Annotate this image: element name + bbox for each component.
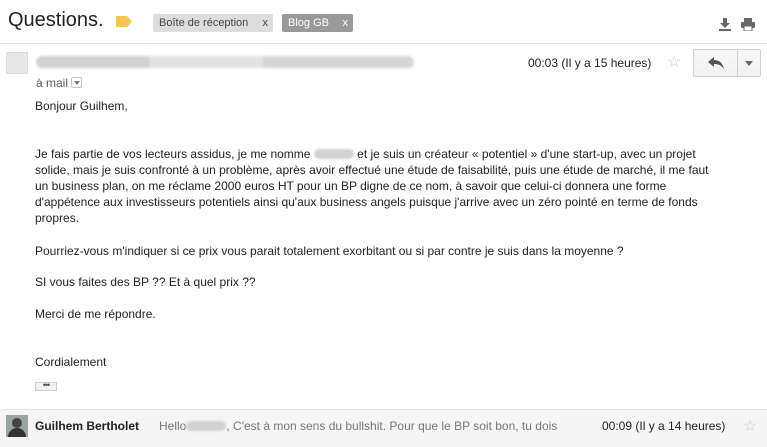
snippet-hello: Hello xyxy=(159,419,187,433)
star-icon[interactable]: ☆ xyxy=(667,52,681,72)
redacted-name-2 xyxy=(186,421,227,431)
remove-label-inbox-button[interactable]: x xyxy=(263,14,269,32)
label-blog-gb[interactable]: Blog GB x xyxy=(282,14,353,32)
redacted-name xyxy=(313,149,354,159)
recipient-line: à mail xyxy=(36,76,83,90)
collapsed-timestamp: 00:09 (Il y a 14 heures) xyxy=(602,419,726,433)
email-paragraph-3: SI vous faites des BP ?? Et à quel prix … xyxy=(35,275,256,289)
avatar xyxy=(6,415,28,437)
reply-button-group xyxy=(693,49,761,77)
reply-separator xyxy=(737,50,738,76)
email-greeting: Bonjour Guilhem, xyxy=(35,99,128,113)
thread-subject: Questions. xyxy=(8,9,104,31)
email-closing: Cordialement xyxy=(35,355,107,369)
label-blog-gb-text: Blog GB xyxy=(288,17,329,29)
sender-avatar xyxy=(6,52,28,74)
avatar-body xyxy=(8,428,26,437)
recipient-details-toggle[interactable] xyxy=(71,77,83,88)
paragraph-1-start: Je fais partie de vos lecteurs assidus, … xyxy=(35,147,311,161)
star-icon[interactable]: ☆ xyxy=(743,416,757,436)
email-paragraph-2: Pourriez-vous m'indiquer si ce prix vous… xyxy=(35,244,624,258)
email-paragraph-4: Merci de me répondre. xyxy=(35,307,156,321)
avatar-head xyxy=(12,418,22,428)
thread-header: Questions. Boîte de réception x Blog GB … xyxy=(0,0,767,44)
print-icon[interactable] xyxy=(741,17,755,31)
importance-marker-icon[interactable] xyxy=(116,16,132,27)
snippet-text: , C'est à mon sens du bullshit. Pour que… xyxy=(226,419,558,433)
sender-address-redacted xyxy=(36,56,414,68)
label-inbox-text: Boîte de réception xyxy=(159,17,249,29)
email-paragraph-1: Je fais partie de vos lecteurs assidus, … xyxy=(35,146,725,226)
remove-label-blog-gb-button[interactable]: x xyxy=(343,14,349,32)
show-trimmed-content-button[interactable]: ••• xyxy=(35,381,57,391)
header-divider xyxy=(0,43,767,44)
recipient-text: à mail xyxy=(36,76,69,90)
message-timestamp: 00:03 (Il y a 15 heures) xyxy=(528,56,652,70)
label-inbox[interactable]: Boîte de réception x xyxy=(153,14,273,32)
download-icon[interactable] xyxy=(718,17,732,31)
collapsed-sender-name: Guilhem Bertholet xyxy=(35,419,140,433)
collapsed-snippet: Hello , C'est à mon sens du bullshit. Pou… xyxy=(159,419,595,433)
reply-arrow-icon[interactable] xyxy=(708,57,724,69)
collapsed-message[interactable]: Guilhem Bertholet Hello , C'est à mon sen… xyxy=(0,410,767,447)
more-actions-chevron-down-icon[interactable] xyxy=(745,61,753,66)
